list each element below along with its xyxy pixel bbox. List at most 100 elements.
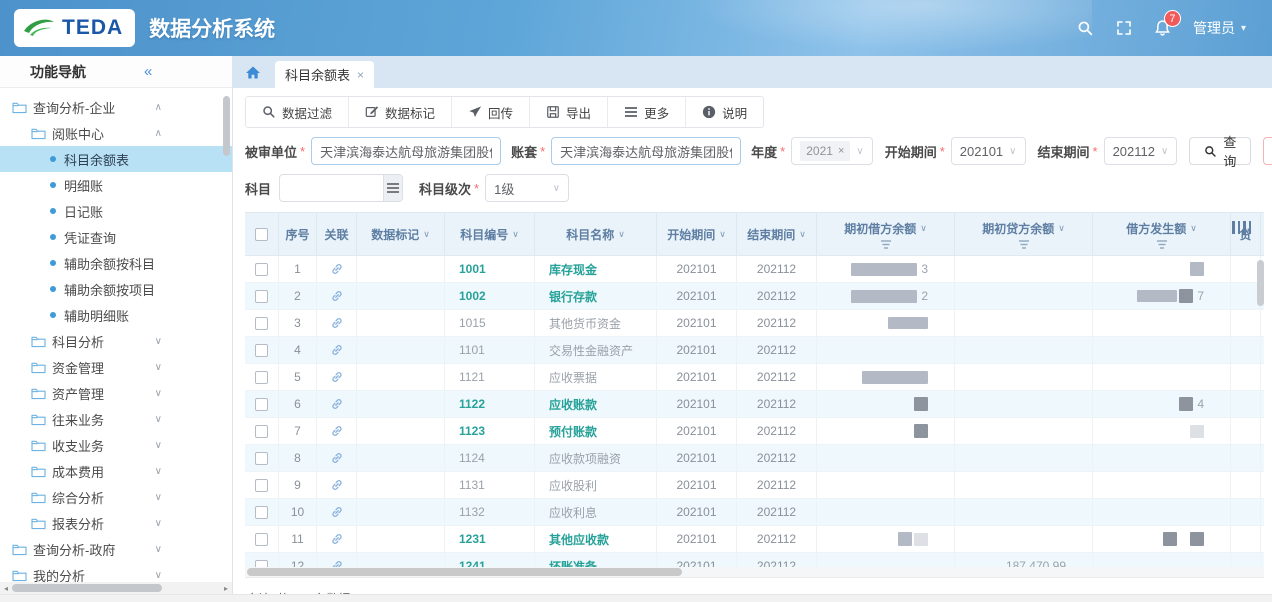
sidebar-item-成本费用[interactable]: 成本费用∨ — [0, 458, 232, 484]
sidebar-item-阅账中心[interactable]: 阅账中心∧ — [0, 120, 232, 146]
导出-button[interactable]: 导出 — [530, 97, 608, 127]
subject-code[interactable]: 1132 — [459, 505, 485, 519]
list-picker-icon[interactable] — [383, 175, 402, 201]
subject-name[interactable]: 应收股利 — [549, 477, 597, 494]
sidebar-item-明细账[interactable]: 明细账 — [0, 172, 232, 198]
subject-name[interactable]: 应收款项融资 — [549, 450, 621, 467]
column-header-od[interactable]: 期初借方余额∨ — [817, 213, 955, 255]
sidebar-item-查询分析-政府[interactable]: 查询分析-政府∨ — [0, 536, 232, 562]
link-icon[interactable] — [330, 505, 344, 519]
end-period-select[interactable]: 202112 ∨ — [1104, 137, 1178, 165]
link-icon[interactable] — [330, 424, 344, 438]
subject-code[interactable]: 1131 — [459, 478, 485, 492]
scroll-left-arrow-icon[interactable]: ◂ — [0, 584, 12, 593]
row-checkbox[interactable] — [255, 344, 268, 357]
link-icon[interactable] — [330, 559, 344, 567]
sidebar-item-查询分析-企业[interactable]: 查询分析-企业∧ — [0, 94, 232, 120]
subject-name[interactable]: 应收账款 — [549, 396, 597, 413]
query-button[interactable]: 查询 — [1189, 137, 1251, 165]
sort-caret-icon[interactable]: ∨ — [1058, 223, 1065, 234]
subject-code[interactable]: 1231 — [459, 532, 486, 546]
link-icon[interactable] — [330, 397, 344, 411]
link-icon[interactable] — [330, 289, 344, 303]
subject-code[interactable]: 1002 — [459, 289, 486, 303]
column-header-name[interactable]: 科目名称∨ — [535, 213, 657, 255]
row-checkbox[interactable] — [255, 452, 268, 465]
link-icon[interactable] — [330, 451, 344, 465]
subject-code[interactable]: 1101 — [459, 343, 485, 357]
sort-caret-icon[interactable]: ∨ — [618, 229, 625, 240]
sidebar-item-往来业务[interactable]: 往来业务∨ — [0, 406, 232, 432]
row-checkbox[interactable] — [255, 479, 268, 492]
subject-code[interactable]: 1015 — [459, 316, 486, 330]
sort-caret-icon[interactable]: ∨ — [799, 229, 806, 240]
subject-code[interactable]: 1122 — [459, 397, 485, 411]
sidebar-item-日记账[interactable]: 日记账 — [0, 198, 232, 224]
sidebar-item-科目分析[interactable]: 科目分析∨ — [0, 328, 232, 354]
subject-name[interactable]: 其他货币资金 — [549, 315, 621, 332]
year-select[interactable]: 2021 × ∨ — [791, 137, 872, 165]
link-icon[interactable] — [330, 478, 344, 492]
subject-name[interactable]: 交易性金融资产 — [549, 342, 633, 359]
sidebar-item-报表分析[interactable]: 报表分析∨ — [0, 510, 232, 536]
link-icon[interactable] — [330, 343, 344, 357]
sort-caret-icon[interactable]: ∨ — [512, 229, 519, 240]
subject-input[interactable] — [279, 174, 403, 202]
subject-name[interactable]: 其他应收款 — [549, 531, 609, 548]
sort-caret-icon[interactable]: ∨ — [920, 223, 927, 234]
home-icon[interactable] — [245, 65, 261, 80]
filter-icon[interactable] — [880, 240, 892, 249]
sidebar-item-辅助余额按科目[interactable]: 辅助余额按科目 — [0, 250, 232, 276]
column-header-oc[interactable]: 期初贷方余额∨ — [955, 213, 1093, 255]
row-checkbox[interactable] — [255, 398, 268, 411]
row-checkbox[interactable] — [255, 317, 268, 330]
subject-code[interactable]: 1123 — [459, 424, 485, 438]
search-icon[interactable] — [1077, 20, 1094, 37]
column-settings-icon[interactable] — [1232, 221, 1251, 234]
数据过滤-button[interactable]: 数据过滤 — [246, 97, 349, 127]
grid-vertical-scrollbar[interactable] — [1257, 260, 1264, 560]
说明-button[interactable]: 说明 — [686, 97, 763, 127]
sort-caret-icon[interactable]: ∨ — [1190, 223, 1197, 234]
subject-code[interactable]: 1241 — [459, 559, 486, 567]
fullscreen-icon[interactable] — [1116, 20, 1132, 36]
row-checkbox[interactable] — [255, 290, 268, 303]
row-checkbox[interactable] — [255, 533, 268, 546]
subject-name[interactable]: 应收利息 — [549, 504, 597, 521]
sidebar-horizontal-scrollbar[interactable]: ◂ ▸ — [0, 582, 232, 594]
column-header-start[interactable]: 开始期间∨ — [657, 213, 737, 255]
sidebar-item-辅助明细账[interactable]: 辅助明细账 — [0, 302, 232, 328]
column-header-end[interactable]: 结束期间∨ — [737, 213, 817, 255]
notifications[interactable]: 7 — [1154, 19, 1171, 37]
subject-level-select[interactable]: 1级 ∨ — [485, 174, 569, 202]
grid-horizontal-scrollbar[interactable] — [245, 567, 1264, 578]
回传-button[interactable]: 回传 — [452, 97, 530, 127]
sidebar-vertical-scrollbar[interactable] — [223, 96, 230, 566]
column-header-code[interactable]: 科目编号∨ — [445, 213, 535, 255]
audited-unit-input[interactable]: 天津滨海泰达航母旅游集团股份 — [311, 137, 501, 165]
sidebar-item-综合分析[interactable]: 综合分析∨ — [0, 484, 232, 510]
link-icon[interactable] — [330, 316, 344, 330]
subject-name[interactable]: 库存现金 — [549, 261, 597, 278]
sidebar-item-资金管理[interactable]: 资金管理∨ — [0, 354, 232, 380]
select-all-checkbox[interactable] — [255, 228, 268, 241]
数据标记-button[interactable]: 数据标记 — [349, 97, 452, 127]
sidebar-item-资产管理[interactable]: 资产管理∨ — [0, 380, 232, 406]
row-checkbox[interactable] — [255, 263, 268, 276]
row-checkbox[interactable] — [255, 425, 268, 438]
reset-button[interactable]: 重置 — [1263, 137, 1272, 165]
subject-code[interactable]: 1121 — [459, 370, 485, 384]
row-checkbox[interactable] — [255, 506, 268, 519]
subject-name[interactable]: 银行存款 — [549, 288, 597, 305]
account-book-input[interactable]: 天津滨海泰达航母旅游集团股份 — [551, 137, 741, 165]
collapse-icon[interactable]: « — [144, 63, 152, 80]
subject-code[interactable]: 1001 — [459, 262, 486, 276]
sidebar-item-凭证查询[interactable]: 凭证查询 — [0, 224, 232, 250]
filter-icon[interactable] — [1156, 240, 1168, 249]
subject-name[interactable]: 应收票据 — [549, 369, 597, 386]
tab-subject-balance[interactable]: 科目余额表 × — [275, 61, 374, 88]
link-icon[interactable] — [330, 262, 344, 276]
sidebar-item-科目余额表[interactable]: 科目余额表 — [0, 146, 232, 172]
row-checkbox[interactable] — [255, 371, 268, 384]
scroll-right-arrow-icon[interactable]: ▸ — [220, 584, 232, 593]
